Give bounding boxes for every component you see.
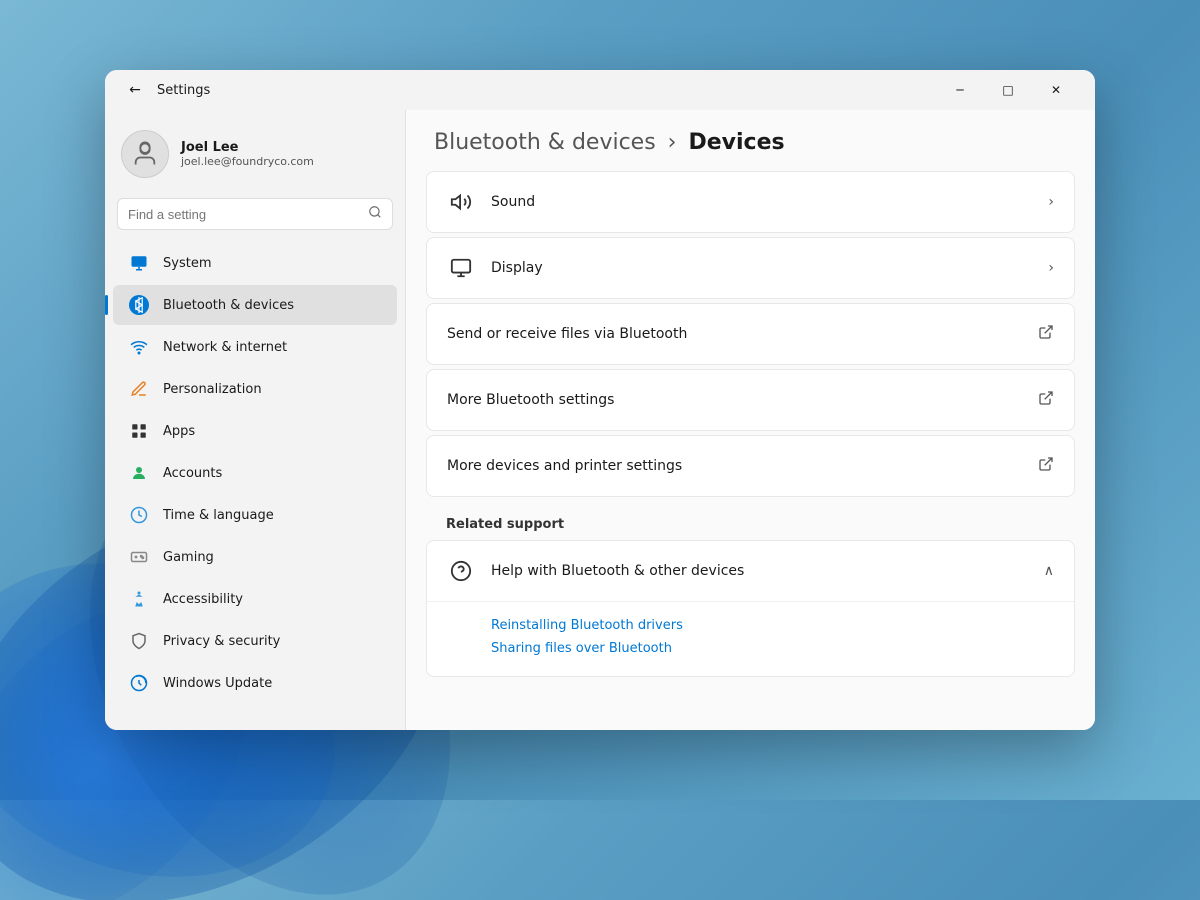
sidebar-item-time[interactable]: Time & language	[113, 495, 397, 535]
bluetooth-files-external-icon	[1038, 324, 1054, 344]
related-support-label: Related support	[426, 501, 1075, 540]
user-email: joel.lee@foundryco.com	[181, 155, 314, 168]
time-icon	[129, 505, 149, 525]
network-icon	[129, 337, 149, 357]
apps-icon	[129, 421, 149, 441]
display-label: Display	[491, 260, 1048, 276]
personalization-icon	[129, 379, 149, 399]
display-card: Display ›	[426, 237, 1075, 299]
page-header: Bluetooth & devices › Devices	[406, 110, 1095, 171]
search-box[interactable]	[117, 198, 393, 230]
avatar	[121, 130, 169, 178]
search-icon	[368, 205, 382, 223]
user-section: Joel Lee joel.lee@foundryco.com	[105, 118, 405, 198]
sidebar-item-bluetooth[interactable]: Bluetooth & devices	[113, 285, 397, 325]
sidebar-item-network[interactable]: Network & internet	[113, 327, 397, 367]
sidebar-item-label-accessibility: Accessibility	[163, 592, 243, 607]
titlebar: ← Settings ─ □ ✕	[105, 70, 1095, 110]
window-controls: ─ □ ✕	[937, 74, 1079, 106]
bluetooth-settings-card: More Bluetooth settings	[426, 369, 1075, 431]
sidebar-item-update[interactable]: Windows Update	[113, 663, 397, 703]
update-icon	[129, 673, 149, 693]
support-title: Help with Bluetooth & other devices	[491, 563, 1044, 579]
page-title: Devices	[688, 130, 784, 155]
bluetooth-files-row[interactable]: Send or receive files via Bluetooth	[427, 304, 1074, 364]
reinstall-link[interactable]: Reinstalling Bluetooth drivers	[491, 614, 1054, 637]
bluetooth-settings-label: More Bluetooth settings	[447, 392, 1038, 408]
sidebar-item-label-bluetooth: Bluetooth & devices	[163, 298, 294, 313]
minimize-button[interactable]: ─	[937, 74, 983, 106]
sharing-link[interactable]: Sharing files over Bluetooth	[491, 637, 1054, 660]
devices-settings-card: More devices and printer settings	[426, 435, 1075, 497]
bluetooth-settings-external-icon	[1038, 390, 1054, 410]
bluetooth-settings-row[interactable]: More Bluetooth settings	[427, 370, 1074, 430]
system-icon	[129, 253, 149, 273]
sidebar: Joel Lee joel.lee@foundryco.com System	[105, 110, 405, 730]
breadcrumb-separator: ›	[668, 130, 677, 155]
devices-settings-row[interactable]: More devices and printer settings	[427, 436, 1074, 496]
sidebar-item-privacy[interactable]: Privacy & security	[113, 621, 397, 661]
back-button[interactable]: ←	[121, 76, 149, 104]
display-arrow: ›	[1048, 260, 1054, 276]
sound-row[interactable]: Sound ›	[427, 172, 1074, 232]
maximize-button[interactable]: □	[985, 74, 1031, 106]
sidebar-item-personalization[interactable]: Personalization	[113, 369, 397, 409]
accessibility-icon	[129, 589, 149, 609]
gaming-icon	[129, 547, 149, 567]
main-content: Joel Lee joel.lee@foundryco.com System	[105, 110, 1095, 730]
panel-content: Sound › Display ›	[406, 171, 1095, 697]
sidebar-item-accounts[interactable]: Accounts	[113, 453, 397, 493]
sidebar-item-label-network: Network & internet	[163, 340, 287, 355]
sidebar-item-label-gaming: Gaming	[163, 550, 214, 565]
sidebar-item-label-accounts: Accounts	[163, 466, 222, 481]
sidebar-item-system[interactable]: System	[113, 243, 397, 283]
support-header[interactable]: Help with Bluetooth & other devices ∧	[427, 541, 1074, 602]
support-card: Help with Bluetooth & other devices ∧ Re…	[426, 540, 1075, 677]
bluetooth-icon	[129, 295, 149, 315]
accounts-icon	[129, 463, 149, 483]
settings-window: ← Settings ─ □ ✕ Joel Lee joe	[105, 70, 1095, 730]
support-links: Reinstalling Bluetooth drivers Sharing f…	[427, 602, 1074, 676]
sidebar-item-label-personalization: Personalization	[163, 382, 262, 397]
sound-card: Sound ›	[426, 171, 1075, 233]
sidebar-item-label-system: System	[163, 256, 211, 271]
sidebar-item-label-privacy: Privacy & security	[163, 634, 280, 649]
sidebar-item-gaming[interactable]: Gaming	[113, 537, 397, 577]
sidebar-item-apps[interactable]: Apps	[113, 411, 397, 451]
devices-settings-external-icon	[1038, 456, 1054, 476]
sound-icon	[447, 188, 475, 216]
sound-label: Sound	[491, 194, 1048, 210]
breadcrumb-parent[interactable]: Bluetooth & devices	[434, 130, 656, 155]
sidebar-item-label-time: Time & language	[163, 508, 274, 523]
user-name: Joel Lee	[181, 140, 314, 155]
support-chevron-icon: ∧	[1044, 563, 1054, 579]
sidebar-item-accessibility[interactable]: Accessibility	[113, 579, 397, 619]
user-info: Joel Lee joel.lee@foundryco.com	[181, 140, 314, 168]
display-icon	[447, 254, 475, 282]
display-row[interactable]: Display ›	[427, 238, 1074, 298]
sidebar-item-label-apps: Apps	[163, 424, 195, 439]
main-panel: Bluetooth & devices › Devices Sound ›	[406, 110, 1095, 730]
help-icon	[447, 557, 475, 585]
close-button[interactable]: ✕	[1033, 74, 1079, 106]
sound-arrow: ›	[1048, 194, 1054, 210]
privacy-icon	[129, 631, 149, 651]
window-title: Settings	[157, 83, 937, 98]
bluetooth-files-card: Send or receive files via Bluetooth	[426, 303, 1075, 365]
bluetooth-files-label: Send or receive files via Bluetooth	[447, 326, 1038, 342]
devices-settings-label: More devices and printer settings	[447, 458, 1038, 474]
search-input[interactable]	[128, 207, 360, 222]
sidebar-item-label-update: Windows Update	[163, 676, 272, 691]
